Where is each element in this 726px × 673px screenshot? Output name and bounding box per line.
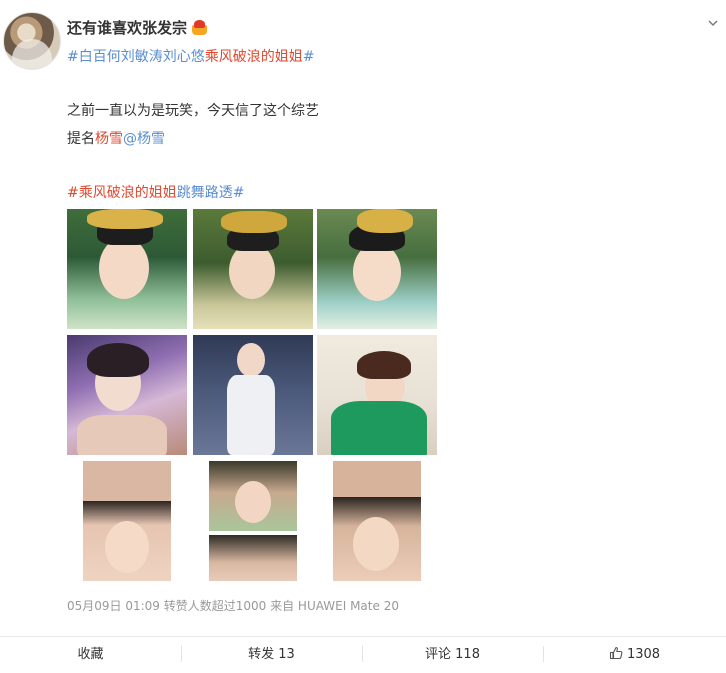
image-thumb[interactable] bbox=[67, 209, 187, 329]
image-thumb[interactable] bbox=[67, 461, 187, 581]
image-thumb[interactable] bbox=[193, 335, 313, 455]
post-body-line-1: 之前一直以为是玩笑，今天信了这个综艺 bbox=[67, 103, 319, 119]
name-link[interactable]: 杨雪 bbox=[95, 131, 123, 147]
mention-link[interactable]: @杨雪 bbox=[123, 131, 165, 147]
image-thumb[interactable] bbox=[193, 461, 313, 581]
action-bar: 收藏 转发 13 评论 118 1308 bbox=[0, 636, 726, 671]
nominate-label: 提名 bbox=[67, 131, 95, 147]
chevron-down-icon[interactable] bbox=[708, 18, 718, 28]
hashtag-link-show[interactable]: #乘风破浪的姐姐 bbox=[67, 185, 177, 201]
username-text[interactable]: 还有谁喜欢张发宗 bbox=[67, 19, 187, 37]
like-count: 1308 bbox=[626, 647, 661, 662]
like-button[interactable]: 1308 bbox=[543, 637, 726, 671]
post-meta: 05月09日 01:09 转赞人数超过1000 来自 HUAWEI Mate 2… bbox=[67, 599, 399, 613]
image-grid bbox=[67, 209, 439, 581]
image-thumb[interactable] bbox=[193, 209, 313, 329]
crown-icon bbox=[191, 20, 208, 35]
avatar[interactable] bbox=[3, 12, 61, 70]
comment-button[interactable]: 评论 118 bbox=[362, 637, 543, 671]
thumbs-up-icon bbox=[609, 646, 623, 660]
image-thumb[interactable] bbox=[317, 461, 437, 581]
topic-link-show[interactable]: 乘风破浪的姐姐 bbox=[205, 49, 303, 65]
post-body-line-2: 提名杨雪@杨雪 bbox=[67, 128, 165, 148]
topic-link-end[interactable]: # bbox=[303, 49, 315, 65]
image-thumb[interactable] bbox=[67, 335, 187, 455]
topic-link-celebrities[interactable]: #白百何刘敏涛刘心悠 bbox=[67, 49, 205, 65]
repost-button[interactable]: 转发 13 bbox=[181, 637, 362, 671]
favorite-label: 收藏 bbox=[77, 647, 104, 662]
image-thumb[interactable] bbox=[317, 209, 437, 329]
favorite-button[interactable]: 收藏 bbox=[0, 637, 181, 671]
repost-label: 转发 13 bbox=[248, 647, 295, 662]
image-thumb[interactable] bbox=[317, 335, 437, 455]
weibo-post-card: 还有谁喜欢张发宗 #白百何刘敏涛刘心悠乘风破浪的姐姐# 之前一直以为是玩笑，今天… bbox=[0, 0, 726, 671]
hashtag-link-dance[interactable]: 跳舞路透# bbox=[177, 185, 245, 201]
username[interactable]: 还有谁喜欢张发宗 bbox=[67, 17, 208, 38]
topic-line: #白百何刘敏涛刘心悠乘风破浪的姐姐# bbox=[67, 46, 314, 66]
hashtag-line: #乘风破浪的姐姐跳舞路透# bbox=[67, 182, 244, 202]
comment-label: 评论 118 bbox=[425, 647, 480, 662]
